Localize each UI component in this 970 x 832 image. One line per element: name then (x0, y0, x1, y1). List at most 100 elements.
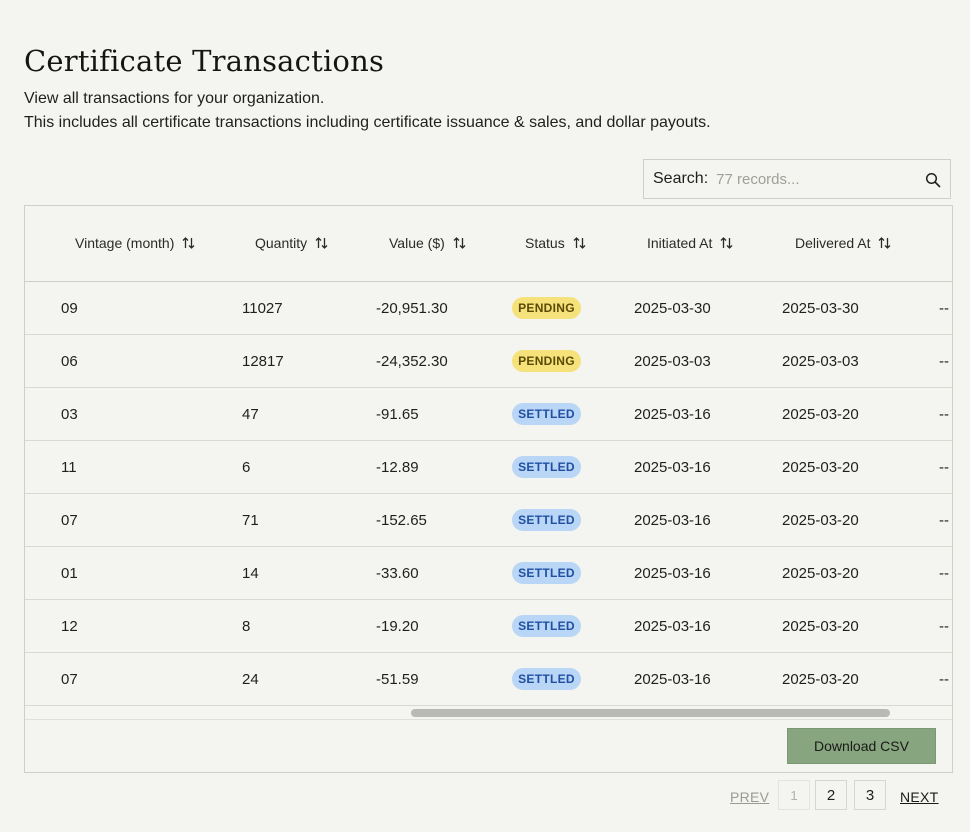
search-label: Search: (653, 170, 709, 187)
cell-initiated-at: 2025-03-03 (634, 353, 711, 370)
sort-arrows-icon[interactable] (315, 236, 328, 250)
cell-quantity: 24 (242, 671, 259, 688)
sort-arrows-icon[interactable] (453, 236, 466, 250)
cell-vintage: 11 (61, 459, 77, 476)
cell-delivered-at: 2025-03-20 (782, 565, 859, 582)
download-csv-button[interactable]: Download CSV (787, 728, 936, 764)
cell-vintage: 03 (61, 406, 78, 423)
cell-vintage: 07 (61, 671, 78, 688)
cell-extra: -- (939, 459, 949, 476)
page-subtitle-line1: View all transactions for your organizat… (24, 90, 325, 107)
cell-value: -20,951.30 (376, 300, 448, 317)
page-title: Certificate Transactions (24, 44, 385, 78)
sort-arrows-icon[interactable] (182, 236, 195, 250)
search-box: Search: (643, 159, 951, 199)
table-row: 07 24 -51.59 SETTLED 2025-03-16 2025-03-… (25, 653, 952, 706)
cell-quantity: 6 (242, 459, 251, 476)
cell-initiated-at: 2025-03-16 (634, 671, 711, 688)
cell-value: -152.65 (376, 512, 427, 529)
status-badge: PENDING (512, 350, 581, 372)
scrollbar-thumb[interactable] (411, 709, 890, 717)
column-label: Vintage (month) (75, 235, 175, 251)
table-row: 12 8 -19.20 SETTLED 2025-03-16 2025-03-2… (25, 600, 952, 653)
cell-value: -33.60 (376, 565, 419, 582)
pagination: PREV 1 2 3 NEXT (0, 780, 970, 812)
cell-delivered-at: 2025-03-30 (782, 300, 859, 317)
cell-initiated-at: 2025-03-16 (634, 512, 711, 529)
column-label: Value ($) (389, 235, 445, 251)
table-row: 06 12817 -24,352.30 PENDING 2025-03-03 2… (25, 335, 952, 388)
status-badge: SETTLED (512, 509, 581, 531)
cell-vintage: 09 (61, 300, 78, 317)
status-badge: SETTLED (512, 668, 581, 690)
cell-delivered-at: 2025-03-20 (782, 618, 859, 635)
cell-value: -12.89 (376, 459, 419, 476)
sort-arrows-icon[interactable] (573, 236, 586, 250)
table-row: 01 14 -33.60 SETTLED 2025-03-16 2025-03-… (25, 547, 952, 600)
cell-quantity: 12817 (242, 353, 284, 370)
cell-initiated-at: 2025-03-16 (634, 565, 711, 582)
page-subtitle-line2: This includes all certificate transactio… (24, 114, 711, 131)
cell-initiated-at: 2025-03-16 (634, 459, 711, 476)
cell-vintage: 06 (61, 353, 78, 370)
pagination-next[interactable]: NEXT (900, 789, 939, 805)
transactions-table: Vintage (month) Quantity Value ($) Statu… (24, 205, 953, 773)
cell-delivered-at: 2025-03-20 (782, 406, 859, 423)
cell-delivered-at: 2025-03-03 (782, 353, 859, 370)
cell-vintage: 01 (61, 565, 78, 582)
cell-delivered-at: 2025-03-20 (782, 512, 859, 529)
search-icon[interactable] (925, 172, 941, 188)
horizontal-scrollbar[interactable] (25, 706, 952, 720)
cell-extra: -- (939, 406, 949, 423)
status-badge: SETTLED (512, 456, 581, 478)
cell-delivered-at: 2025-03-20 (782, 459, 859, 476)
cell-extra: -- (939, 300, 949, 317)
cell-value: -51.59 (376, 671, 419, 688)
cell-extra: -- (939, 512, 949, 529)
cell-vintage: 12 (61, 618, 78, 635)
status-badge: SETTLED (512, 562, 581, 584)
column-label: Quantity (255, 235, 308, 251)
cell-quantity: 71 (242, 512, 259, 529)
pagination-page-3[interactable]: 3 (854, 780, 886, 810)
column-header-vintage[interactable]: Vintage (month) (75, 235, 195, 251)
cell-value: -24,352.30 (376, 353, 448, 370)
column-header-value[interactable]: Value ($) (389, 235, 466, 251)
cell-quantity: 47 (242, 406, 259, 423)
pagination-page-2[interactable]: 2 (815, 780, 847, 810)
cell-extra: -- (939, 618, 949, 635)
cell-quantity: 14 (242, 565, 259, 582)
cell-initiated-at: 2025-03-16 (634, 406, 711, 423)
cell-quantity: 8 (242, 618, 251, 635)
cell-extra: -- (939, 353, 949, 370)
sort-arrows-icon[interactable] (878, 236, 891, 250)
cell-vintage: 07 (61, 512, 78, 529)
column-header-delivered-at[interactable]: Delivered At (795, 235, 891, 251)
sort-arrows-icon[interactable] (720, 236, 733, 250)
column-header-quantity[interactable]: Quantity (255, 235, 328, 251)
cell-initiated-at: 2025-03-30 (634, 300, 711, 317)
cell-extra: -- (939, 671, 949, 688)
column-header-status[interactable]: Status (525, 235, 586, 251)
pagination-prev[interactable]: PREV (730, 789, 769, 805)
pagination-page-1[interactable]: 1 (778, 780, 810, 810)
table-row: 07 71 -152.65 SETTLED 2025-03-16 2025-03… (25, 494, 952, 547)
cell-value: -91.65 (376, 406, 419, 423)
cell-initiated-at: 2025-03-16 (634, 618, 711, 635)
column-label: Status (525, 235, 565, 251)
table-header: Vintage (month) Quantity Value ($) Statu… (25, 206, 952, 282)
status-badge: SETTLED (512, 403, 581, 425)
search-input[interactable] (716, 170, 917, 188)
column-label: Delivered At (795, 235, 871, 251)
table-row: 11 6 -12.89 SETTLED 2025-03-16 2025-03-2… (25, 441, 952, 494)
cell-extra: -- (939, 565, 949, 582)
status-badge: PENDING (512, 297, 581, 319)
column-label: Initiated At (647, 235, 713, 251)
table-row: 09 11027 -20,951.30 PENDING 2025-03-30 2… (25, 282, 952, 335)
cell-quantity: 11027 (242, 300, 283, 317)
column-header-initiated-at[interactable]: Initiated At (647, 235, 733, 251)
cell-value: -19.20 (376, 618, 419, 635)
cell-delivered-at: 2025-03-20 (782, 671, 859, 688)
status-badge: SETTLED (512, 615, 581, 637)
table-row: 03 47 -91.65 SETTLED 2025-03-16 2025-03-… (25, 388, 952, 441)
